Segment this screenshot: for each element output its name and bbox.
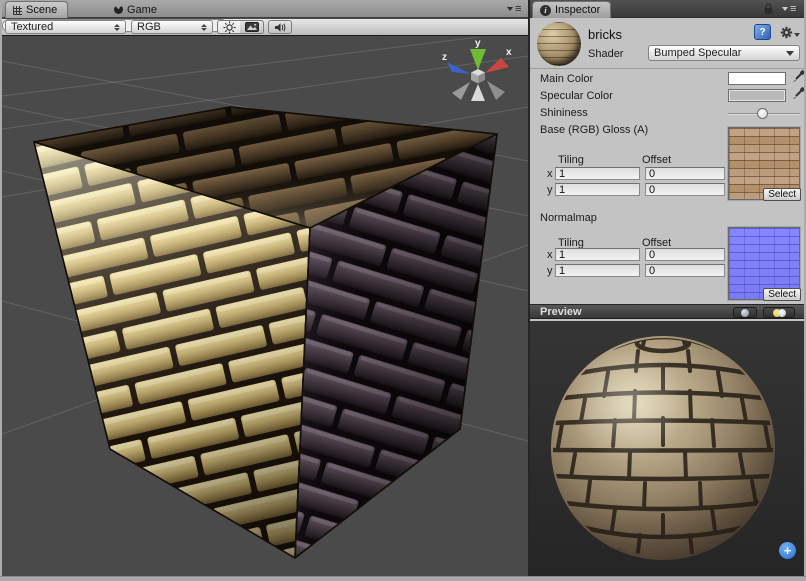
window-edge xyxy=(0,576,806,581)
eyedropper-icon[interactable] xyxy=(791,70,805,84)
tab-game-label: Game xyxy=(127,4,157,16)
add-button[interactable]: + xyxy=(779,542,796,559)
normal-tiling-x-input[interactable] xyxy=(555,248,640,261)
scene-grid-icon xyxy=(13,6,22,15)
shininess-label: Shininess xyxy=(540,107,588,119)
help-button[interactable]: ? xyxy=(754,24,771,40)
offset-header: Offset xyxy=(642,154,671,166)
info-icon: i xyxy=(540,5,551,16)
context-menu-button[interactable] xyxy=(780,24,800,40)
scene-tab-strip: Scene Game ≡ xyxy=(2,0,528,18)
render-mode-value: Textured xyxy=(11,21,53,33)
base-tiling-x-input[interactable] xyxy=(555,167,640,180)
tab-scene-label: Scene xyxy=(26,4,57,16)
gizmo-y-axis-cone[interactable] xyxy=(470,49,486,70)
gizmo-y-label: y xyxy=(475,38,481,49)
y-row-label: y xyxy=(547,184,553,196)
material-preview-thumbnail xyxy=(537,22,581,66)
preview-mesh-button[interactable] xyxy=(733,307,757,318)
preview-lighting-button[interactable] xyxy=(763,307,795,318)
main-color-label: Main Color xyxy=(540,73,593,85)
divider xyxy=(530,68,804,69)
tab-scene[interactable]: Scene xyxy=(5,1,68,18)
scene-toolbar: Textured RGB xyxy=(2,19,528,36)
sphere-icon xyxy=(741,309,749,317)
y-row-label: y xyxy=(547,265,553,277)
scene-panel: Scene Game ≡ Textured RGB xyxy=(2,0,528,576)
base-offset-y-input[interactable] xyxy=(645,183,725,196)
base-tiling-y-input[interactable] xyxy=(555,183,640,196)
menu-bars-icon: ≡ xyxy=(515,4,521,14)
scene-skybox-toggle[interactable] xyxy=(240,20,264,34)
preview-header-bar[interactable]: Preview xyxy=(530,304,804,319)
gizmo-z-label: z xyxy=(442,52,447,63)
dropdown-triangle-icon xyxy=(794,33,800,37)
dropdown-triangle-icon xyxy=(507,7,513,11)
gizmo-x-label: x xyxy=(506,47,512,58)
shader-value: Bumped Specular xyxy=(654,47,741,59)
image-icon xyxy=(245,22,259,32)
shininess-slider-thumb[interactable] xyxy=(757,108,768,119)
window-edge xyxy=(0,0,2,581)
material-name: bricks xyxy=(588,27,622,42)
eyedropper-icon[interactable] xyxy=(791,87,805,101)
scene-3d-render: y x z xyxy=(2,37,528,576)
inspector-menu-button[interactable]: ≡ xyxy=(782,4,796,14)
tab-inspector[interactable]: i Inspector xyxy=(532,1,611,18)
dropdown-triangle-icon xyxy=(786,51,794,56)
tiling-header: Tiling xyxy=(558,154,584,166)
speaker-icon xyxy=(274,22,287,33)
normal-map-label: Normalmap xyxy=(540,212,597,224)
base-offset-x-input[interactable] xyxy=(645,167,725,180)
x-row-label: x xyxy=(547,168,553,180)
preview-sphere-render xyxy=(530,321,804,576)
tab-game[interactable]: Game xyxy=(114,1,157,18)
x-row-label: x xyxy=(547,249,553,261)
scene-audio-toggle[interactable] xyxy=(268,20,292,34)
base-texture-thumbnail[interactable]: Select xyxy=(728,127,800,200)
channel-value: RGB xyxy=(137,21,161,33)
shader-label: Shader xyxy=(588,48,623,60)
updown-arrows-icon xyxy=(108,24,120,31)
inspector-tab-strip: i Inspector ≡ xyxy=(530,0,804,18)
base-texture-select-button[interactable]: Select xyxy=(763,188,801,201)
main-color-swatch[interactable] xyxy=(728,72,786,85)
light-off-icon xyxy=(778,309,786,317)
dropdown-triangle-icon xyxy=(782,7,788,11)
gizmo-z-axis-cone[interactable] xyxy=(447,62,471,74)
updown-arrows-icon xyxy=(195,24,207,31)
scene-lighting-toggle[interactable] xyxy=(217,20,241,34)
base-map-label: Base (RGB) Gloss (A) xyxy=(540,124,648,136)
lock-icon[interactable] xyxy=(763,3,774,15)
scene-panel-menu-button[interactable]: ≡ xyxy=(507,4,521,14)
inspector-panel: i Inspector ≡ bricks Shader Bumped Specu… xyxy=(530,0,804,576)
shader-dropdown[interactable]: Bumped Specular xyxy=(648,45,800,61)
sun-icon xyxy=(223,21,236,34)
game-icon xyxy=(114,5,123,14)
preview-title: Preview xyxy=(540,306,582,318)
scene-viewport[interactable]: y x z xyxy=(2,37,528,576)
specular-color-label: Specular Color xyxy=(540,90,613,102)
normalmap-select-button[interactable]: Select xyxy=(763,288,801,301)
render-mode-dropdown[interactable]: Textured xyxy=(5,20,126,34)
specular-color-swatch[interactable] xyxy=(728,89,786,102)
material-preview-area[interactable]: + xyxy=(530,321,804,576)
normalmap-texture-thumbnail[interactable]: Select xyxy=(728,227,800,300)
channel-dropdown[interactable]: RGB xyxy=(131,20,213,34)
tab-inspector-label: Inspector xyxy=(555,4,600,16)
scene-orientation-gizmo[interactable]: y x z xyxy=(442,38,512,101)
material-inspector: bricks Shader Bumped Specular ? xyxy=(530,18,804,304)
normal-offset-y-input[interactable] xyxy=(645,264,725,277)
unity-editor-window: Scene Game ≡ Textured RGB xyxy=(0,0,806,581)
brick-cube xyxy=(34,107,497,558)
menu-bars-icon: ≡ xyxy=(790,4,796,14)
gear-icon xyxy=(780,25,793,40)
normal-offset-x-input[interactable] xyxy=(645,248,725,261)
normal-tiling-y-input[interactable] xyxy=(555,264,640,277)
